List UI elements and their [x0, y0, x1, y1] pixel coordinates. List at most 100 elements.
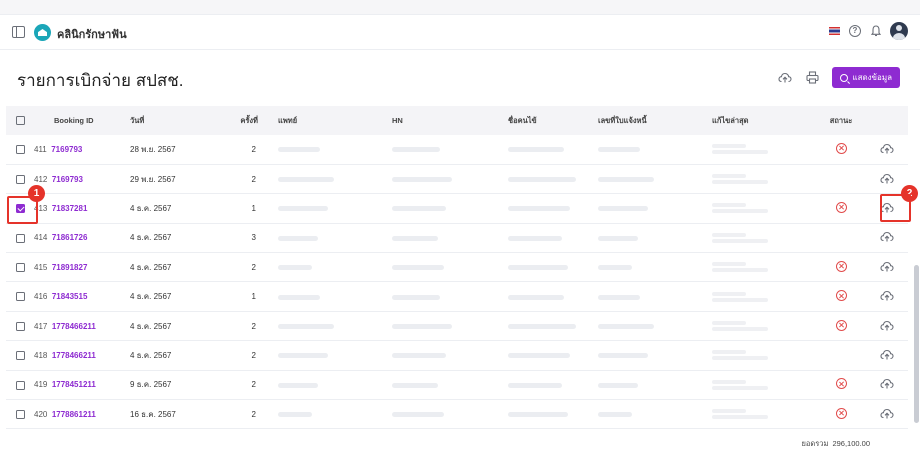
upload-icon[interactable] — [879, 319, 895, 333]
reject-icon[interactable] — [835, 201, 847, 213]
redacted-text — [598, 176, 654, 182]
visit-cell: 2 — [251, 409, 256, 419]
row-number: 414 — [34, 233, 48, 243]
user-avatar-icon[interactable] — [890, 22, 908, 40]
reject-icon[interactable] — [835, 142, 847, 154]
table-row[interactable]: 411 7169793 28 พ.ย. 2567 2 — [6, 135, 908, 165]
patient-cell — [488, 194, 588, 223]
search-button[interactable]: แสดงข้อมูล — [832, 67, 900, 88]
print-icon[interactable] — [805, 71, 819, 85]
redacted-text — [598, 206, 648, 212]
reject-icon[interactable] — [835, 407, 847, 419]
help-icon[interactable]: ? — [849, 25, 861, 37]
row-checkbox[interactable] — [16, 292, 25, 302]
row-select-cell — [6, 223, 34, 252]
booking-id-link[interactable]: 1778466211 — [52, 322, 96, 331]
booking-id-link[interactable]: 71843515 — [52, 292, 88, 301]
hn-cell — [372, 253, 488, 282]
booking-cell: 415 71891827 — [34, 253, 110, 282]
upload-icon[interactable] — [879, 407, 895, 421]
booking-id-link[interactable]: 71837281 — [52, 204, 88, 213]
hn-cell — [372, 282, 488, 311]
dentist-cell — [268, 341, 372, 370]
patient-cell — [488, 311, 588, 340]
patient-cell — [488, 253, 588, 282]
table-row[interactable]: 414 71861726 4 ธ.ค. 2567 3 — [6, 223, 908, 253]
booking-id-link[interactable]: 1778451211 — [52, 380, 96, 389]
table-row[interactable]: 420 1778861211 16 ธ.ค. 2567 2 — [6, 400, 908, 429]
upload-icon[interactable] — [879, 172, 895, 186]
invoice-cell — [588, 223, 702, 252]
booking-id-link[interactable]: 7169793 — [52, 175, 83, 184]
select-all-checkbox[interactable] — [16, 116, 25, 126]
row-checkbox[interactable] — [16, 321, 25, 331]
reject-icon[interactable] — [835, 290, 847, 302]
reject-icon[interactable] — [835, 260, 847, 272]
redacted-text — [712, 385, 768, 390]
redacted-text — [508, 294, 564, 300]
upload-icon[interactable] — [879, 348, 895, 362]
upload-icon[interactable] — [879, 230, 895, 244]
status-cell — [816, 164, 866, 193]
dentist-cell — [268, 194, 372, 223]
redacted-text — [508, 206, 570, 212]
last-edited-cell — [702, 282, 816, 311]
redacted-text — [392, 206, 446, 212]
table-row[interactable]: 413 71837281 4 ธ.ค. 2567 1 — [6, 194, 908, 224]
redacted-text — [712, 409, 746, 414]
row-select-cell — [6, 135, 34, 164]
row-checkbox[interactable] — [16, 351, 25, 361]
row-checkbox[interactable] — [16, 262, 25, 272]
scrollbar[interactable] — [914, 265, 919, 423]
table-row[interactable]: 412 7169793 29 พ.ย. 2567 2 — [6, 164, 908, 194]
upload-icon[interactable] — [879, 377, 895, 391]
sidebar-toggle-icon[interactable] — [12, 26, 25, 38]
upload-icon[interactable] — [778, 71, 792, 85]
table-row[interactable]: 417 1778466211 4 ธ.ค. 2567 2 — [6, 311, 908, 341]
upload-cell — [866, 253, 908, 282]
status-cell — [816, 282, 866, 311]
row-checkbox[interactable] — [16, 233, 25, 243]
hn-cell — [372, 223, 488, 252]
upload-icon[interactable] — [879, 142, 895, 156]
redacted-text — [712, 174, 746, 179]
bell-icon[interactable] — [870, 25, 881, 37]
row-checkbox[interactable] — [16, 409, 25, 419]
booking-id-link[interactable]: 1778466211 — [52, 351, 96, 360]
row-checkbox[interactable] — [16, 174, 25, 184]
table-header-row: Booking ID วันที่ ครั้งที่ แพทย์ HN ชื่อ… — [6, 106, 908, 135]
visit-cell: 2 — [251, 350, 256, 360]
upload-icon[interactable] — [879, 289, 895, 303]
hn-cell — [372, 400, 488, 429]
column-header: HN — [392, 116, 403, 125]
table-row[interactable]: 416 71843515 4 ธ.ค. 2567 1 — [6, 282, 908, 312]
booking-id-link[interactable]: 1778861211 — [52, 410, 96, 419]
date-cell: 16 ธ.ค. 2567 — [130, 409, 176, 419]
redacted-text — [278, 206, 328, 212]
status-cell — [816, 194, 866, 223]
last-edited-cell — [702, 135, 816, 164]
row-checkbox[interactable] — [16, 380, 25, 390]
redacted-text — [392, 323, 452, 329]
upload-icon[interactable] — [879, 260, 895, 274]
booking-id-link[interactable]: 71861726 — [52, 233, 88, 242]
table-row[interactable]: 419 1778451211 9 ธ.ค. 2567 2 — [6, 370, 908, 400]
upload-cell — [866, 135, 908, 164]
column-header: Booking ID — [54, 116, 94, 125]
reject-icon[interactable] — [835, 378, 847, 390]
booking-cell: 419 1778451211 — [34, 370, 110, 399]
total-label: ยอดรวม — [801, 439, 829, 448]
row-select-cell — [6, 400, 34, 429]
table-row[interactable]: 418 1778466211 4 ธ.ค. 2567 2 — [6, 341, 908, 371]
booking-id-link[interactable]: 71891827 — [52, 263, 88, 272]
invoice-cell — [588, 135, 702, 164]
thai-flag-icon[interactable] — [829, 27, 840, 35]
booking-id-link[interactable]: 7169793 — [51, 145, 82, 154]
hn-cell — [372, 194, 488, 223]
reject-icon[interactable] — [835, 319, 847, 331]
redacted-text — [598, 382, 638, 388]
row-checkbox[interactable] — [16, 145, 25, 155]
table-row[interactable]: 415 71891827 4 ธ.ค. 2567 2 — [6, 253, 908, 282]
redacted-text — [278, 147, 320, 153]
hn-cell — [372, 311, 488, 340]
